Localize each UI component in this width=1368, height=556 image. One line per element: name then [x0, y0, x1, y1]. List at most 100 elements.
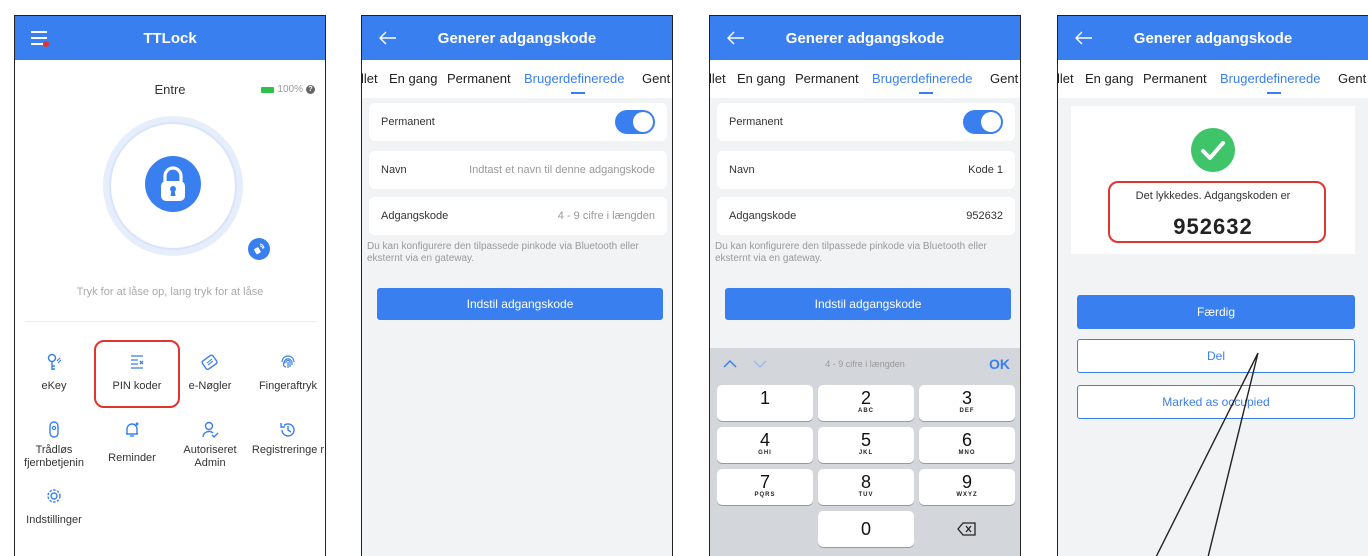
app-title: TTLock — [143, 29, 197, 47]
name-row[interactable]: Navn Indtast et navn til denne adgangsko… — [369, 151, 667, 189]
pointer-lines — [1155, 352, 1259, 556]
signal-icon — [254, 243, 265, 255]
active-tab-indicator — [919, 92, 933, 94]
menu-fingerprint[interactable]: Fingeraftryk — [249, 352, 325, 393]
divider — [25, 321, 317, 322]
key-6[interactable]: 6 MNO — [919, 427, 1015, 463]
menu-settings-label: Indstillinger — [26, 514, 82, 526]
permanent-toggle[interactable] — [963, 110, 1003, 134]
generate-header: Generer adgangskode — [362, 16, 672, 60]
menu-pin-codes[interactable]: PIN koder — [98, 352, 176, 393]
battery-status: 100% ? — [261, 84, 315, 95]
menu-records-label: Registreringe r — [251, 444, 325, 456]
set-code-button[interactable]: Indstil adgangskode — [725, 288, 1011, 320]
name-label: Navn — [381, 164, 407, 176]
code-type-tabs: llet En gang Permanent Brugerdefinerede … — [710, 60, 1020, 98]
card-icon — [201, 354, 218, 371]
permanent-row: Permanent — [369, 103, 667, 141]
permanent-toggle[interactable] — [615, 110, 655, 134]
battery-level: 100% — [277, 84, 303, 95]
menu-reminder[interactable]: Reminder — [93, 420, 171, 464]
key-5[interactable]: 5 JKL — [818, 427, 914, 463]
permanent-label: Permanent — [729, 116, 783, 128]
key-9[interactable]: 9 WXYZ — [919, 469, 1015, 505]
numeric-keypad: 1 2 ABC 3 DEF 4 GHI 5 JKL 6 MNO 7 PQRS 8 TUV 9W… — [710, 380, 1020, 556]
battery-icon — [261, 86, 275, 93]
menu-remote-label: Trådløs fjernbetjenin — [24, 444, 84, 469]
menu-records[interactable]: Registreringe r — [249, 420, 325, 457]
name-input[interactable]: Indtast et navn til denne adgangskode — [469, 164, 655, 176]
tab-recurring[interactable]: Gent — [642, 71, 670, 86]
code-label: Adgangskode — [729, 210, 797, 222]
admin-icon — [202, 421, 219, 438]
tab-timed[interactable]: llet — [710, 71, 726, 86]
tab-timed[interactable]: llet — [362, 71, 378, 86]
active-tab-indicator — [571, 92, 585, 94]
key-4[interactable]: 4 GHI — [717, 427, 813, 463]
menu-admin[interactable]: Autoriseret Admin — [171, 420, 249, 470]
tab-recurring[interactable]: Gent — [990, 71, 1018, 86]
tab-permanent[interactable]: Permanent — [447, 71, 511, 86]
tab-custom[interactable]: Brugerdefinerede — [872, 71, 972, 86]
backspace-key[interactable] — [919, 511, 1015, 547]
menu-ekey[interactable]: eKey — [15, 352, 93, 393]
code-input[interactable]: 4 - 9 cifre i længden — [558, 210, 655, 222]
tab-one-time[interactable]: En gang — [737, 71, 785, 86]
keyboard-toolbar: 4 - 9 cifre i længden OK — [710, 348, 1020, 380]
menu-ekey-label: eKey — [41, 380, 67, 392]
menu-icon[interactable] — [29, 26, 53, 50]
name-input[interactable]: Kode 1 — [968, 164, 1003, 176]
key-1[interactable]: 1 — [717, 385, 813, 421]
screen-title: Generer adgangskode — [437, 29, 597, 47]
menu-e-keys[interactable]: e-Nøgler — [171, 352, 249, 393]
code-success-screen: Generer adgangskode llet En gang Permane… — [1057, 15, 1368, 556]
lock-home-screen: TTLock Entre 100% ? Tryk for at låse op,… — [14, 15, 326, 556]
permanent-label: Permanent — [381, 116, 435, 128]
code-row[interactable]: Adgangskode 4 - 9 cifre i længden — [369, 197, 667, 235]
key-3[interactable]: 3 DEF — [919, 385, 1015, 421]
name-row[interactable]: Navn Kode 1 — [717, 151, 1015, 189]
screen-title: Generer adgangskode — [785, 29, 945, 47]
menu-e-keys-label: e-Nøgler — [188, 380, 232, 392]
tab-custom[interactable]: Brugerdefinerede — [524, 71, 624, 86]
key-0[interactable]: 0 — [818, 511, 914, 547]
gear-icon — [47, 489, 61, 503]
menu-pin-codes-label: PIN koder — [112, 380, 162, 392]
backspace-icon — [957, 522, 976, 536]
remote-icon — [49, 421, 59, 438]
unlock-button[interactable] — [145, 156, 201, 212]
name-label: Navn — [729, 164, 755, 176]
generate-code-screen-filled: Generer adgangskode llet En gang Permane… — [709, 15, 1021, 556]
generate-code-screen-empty: Generer adgangskode llet En gang Permane… — [361, 15, 673, 556]
keyboard-ok-button[interactable]: OK — [989, 356, 1010, 372]
config-note: Du kan konfigurere den tilpassede pinkod… — [715, 241, 987, 264]
code-input[interactable]: 952632 — [966, 210, 1003, 222]
app-header: TTLock — [15, 16, 325, 60]
tab-one-time[interactable]: En gang — [389, 71, 437, 86]
history-icon — [280, 423, 295, 437]
menu-fingerprint-label: Fingeraftryk — [258, 380, 318, 392]
set-code-button[interactable]: Indstil adgangskode — [377, 288, 663, 320]
lock-hint: Tryk for at låse op, lang tryk for at lå… — [76, 286, 264, 298]
code-type-tabs: llet En gang Permanent Brugerdefinerede … — [362, 60, 672, 98]
back-arrow-icon[interactable] — [376, 26, 400, 50]
key-2[interactable]: 2 ABC — [818, 385, 914, 421]
menu-reminder-label: Reminder — [108, 452, 156, 464]
info-icon[interactable]: ? — [306, 85, 315, 94]
menu-remote[interactable]: Trådløs fjernbetjenin — [15, 420, 93, 470]
keyboard-hint: 4 - 9 cifre i længden — [825, 359, 905, 369]
bell-icon — [126, 422, 139, 437]
key-8[interactable]: 8 TUV — [818, 469, 914, 505]
menu-settings[interactable]: Indstillinger — [15, 486, 93, 527]
code-row[interactable]: Adgangskode 952632 — [717, 197, 1015, 235]
tab-permanent[interactable]: Permanent — [795, 71, 859, 86]
code-label: Adgangskode — [381, 210, 449, 222]
back-arrow-icon[interactable] — [724, 26, 748, 50]
config-note: Du kan konfigurere den tilpassede pinkod… — [367, 241, 639, 264]
generate-header: Generer adgangskode — [710, 16, 1020, 60]
permanent-row: Permanent — [717, 103, 1015, 141]
key-person-icon — [47, 353, 62, 370]
key-7[interactable]: 7 PQRS — [717, 469, 813, 505]
menu-admin-label: Autoriseret Admin — [183, 444, 237, 469]
remote-unlock-button[interactable] — [248, 238, 270, 260]
